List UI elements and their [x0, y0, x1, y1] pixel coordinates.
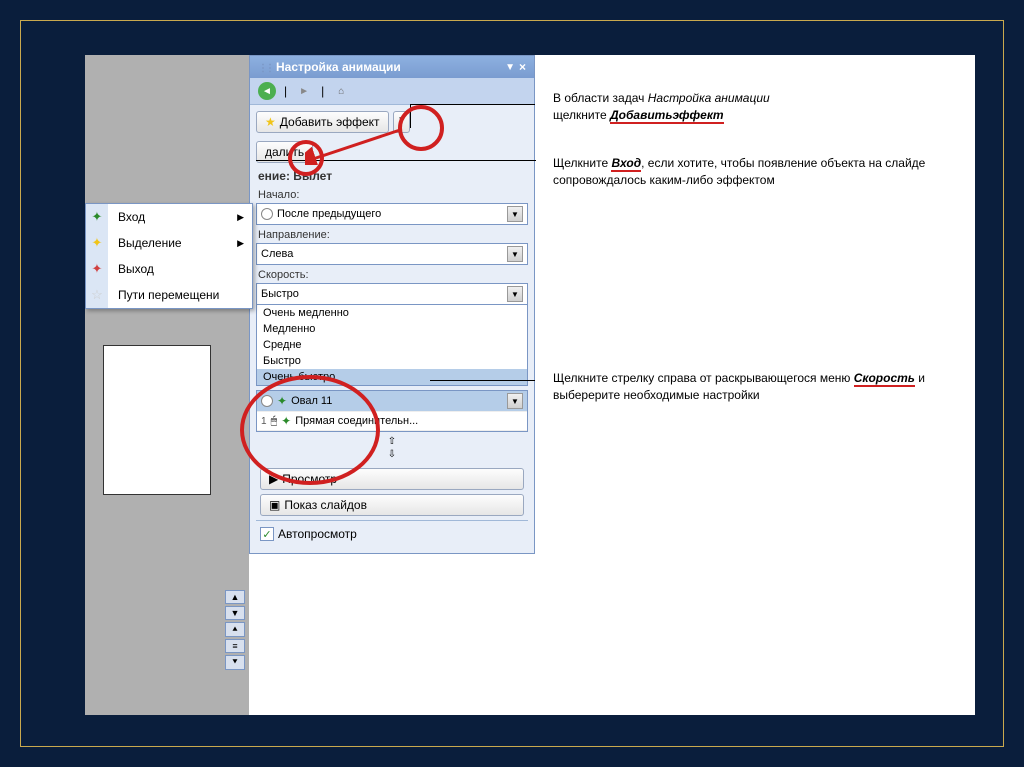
menu-label: Выделение — [118, 236, 231, 250]
callout-line — [410, 104, 535, 105]
grip-icon — [258, 60, 272, 74]
menu-label: Выход — [118, 262, 244, 276]
slideshow-label: Показ слайдов — [284, 498, 367, 512]
speed-option[interactable]: Средне — [257, 337, 527, 353]
speed-combo[interactable]: Быстро ▼ — [256, 283, 528, 305]
scroll-next-icon[interactable]: ⯆ — [225, 655, 245, 670]
explanation-1: В области задач Настройка анимации щелкн… — [553, 90, 973, 124]
chevron-down-icon[interactable]: ▼ — [507, 206, 523, 222]
direction-value: Слева — [261, 248, 503, 260]
chevron-right-icon: ▶ — [237, 238, 244, 249]
start-label: Начало: — [256, 185, 528, 203]
exp-text-emphasis: Вход — [611, 156, 641, 172]
reorder-down-icon[interactable]: ⇩ — [388, 449, 396, 460]
red-circle-annotation — [240, 375, 380, 485]
menu-item-entrance[interactable]: ✦ Вход ▶ — [86, 204, 252, 230]
nav-home-icon[interactable]: ⌂ — [332, 82, 350, 100]
star-icon: ★ — [265, 115, 276, 129]
exp-text: Щелкните стрелку справа от раскрывающего… — [553, 371, 854, 385]
exp-text: В области задач — [553, 91, 648, 105]
explanation-area: В области задач Настройка анимации щелкн… — [535, 55, 975, 715]
nav-back-icon[interactable]: ◄ — [258, 82, 276, 100]
exp-text: Щелкните — [553, 156, 611, 170]
nav-forward-icon[interactable]: ► — [295, 82, 313, 100]
menu-label: Вход — [118, 210, 231, 224]
nav-divider: | — [284, 84, 287, 98]
clock-icon — [261, 208, 273, 220]
chevron-down-icon[interactable]: ▼ — [507, 393, 523, 409]
star-icon: ✦ — [92, 209, 103, 225]
autopreview-row: ✓ Автопросмотр — [256, 520, 528, 547]
projector-icon: ▣ — [269, 498, 280, 512]
menu-item-paths[interactable]: ☆ Пути перемещени — [86, 282, 252, 308]
star-icon: ✦ — [92, 235, 103, 251]
chevron-down-icon[interactable]: ▼ — [507, 286, 523, 302]
autopreview-checkbox[interactable]: ✓ — [260, 527, 274, 541]
chevron-down-icon[interactable]: ▼ — [507, 246, 523, 262]
speed-option[interactable]: Медленно — [257, 321, 527, 337]
speed-option[interactable]: Быстро — [257, 353, 527, 369]
scroll-controls: ▲ ▼ ⯅ ≡ ⯆ — [225, 590, 245, 670]
effect-context-menu: ✦ Вход ▶ ✦ Выделение ▶ ✦ Выход ☆ Пути пе… — [85, 203, 253, 309]
slide-thumbnail[interactable] — [103, 345, 211, 495]
speed-options-list: Очень медленно Медленно Средне Быстро Оч… — [256, 305, 528, 386]
speed-value: Быстро — [261, 288, 503, 300]
taskpane-body: ★ Добавить эффект ▼ далить ение: Вылет Н… — [250, 105, 534, 553]
explanation-2: Щелкните Вход, если хотите, чтобы появле… — [553, 155, 973, 189]
exp-text-italic: Настройка анимации — [648, 91, 770, 105]
speed-label: Скорость: — [256, 265, 528, 283]
explanation-3: Щелкните стрелку справа от раскрывающего… — [553, 370, 973, 404]
direction-combo[interactable]: Слева ▼ — [256, 243, 528, 265]
star-icon: ☆ — [91, 287, 103, 303]
scroll-down-icon[interactable]: ▼ — [225, 606, 245, 620]
callout-line — [430, 380, 535, 381]
nav-divider-2: | — [321, 84, 324, 98]
menu-item-emphasis[interactable]: ✦ Выделение ▶ — [86, 230, 252, 256]
scroll-prev-icon[interactable]: ⯅ — [225, 622, 245, 637]
direction-label: Направление: — [256, 225, 528, 243]
star-icon: ✦ — [92, 261, 103, 277]
taskpane-title-bar: Настройка анимации ▼ × — [250, 56, 534, 78]
slideshow-button[interactable]: ▣ Показ слайдов — [260, 494, 524, 516]
red-arrow-annotation — [305, 125, 405, 165]
menu-item-exit[interactable]: ✦ Выход — [86, 256, 252, 282]
taskpane-nav: ◄ | ► | ⌂ — [250, 78, 534, 105]
start-combo[interactable]: После предыдущего ▼ — [256, 203, 528, 225]
taskpane-menu-icon[interactable]: ▼ — [505, 62, 515, 73]
scroll-cur-icon[interactable]: ≡ — [225, 639, 245, 653]
exp-text: щелкните — [553, 108, 610, 122]
left-grey-column: ▲ ▼ ⯅ ≡ ⯆ — [85, 55, 249, 715]
start-value: После предыдущего — [277, 208, 503, 220]
scroll-up-icon[interactable]: ▲ — [225, 590, 245, 604]
autopreview-label: Автопросмотр — [278, 527, 357, 541]
taskpane-title: Настройка анимации — [276, 60, 501, 74]
chevron-right-icon: ▶ — [237, 212, 244, 223]
exp-text-emphasis: Добавитьэффект — [610, 108, 724, 124]
close-icon[interactable]: × — [519, 60, 526, 74]
exp-text-emphasis: Скорость — [854, 371, 915, 387]
menu-label: Пути перемещени — [118, 288, 244, 302]
speed-option[interactable]: Очень медленно — [257, 305, 527, 321]
reorder-up-icon[interactable]: ⇧ — [388, 436, 396, 447]
